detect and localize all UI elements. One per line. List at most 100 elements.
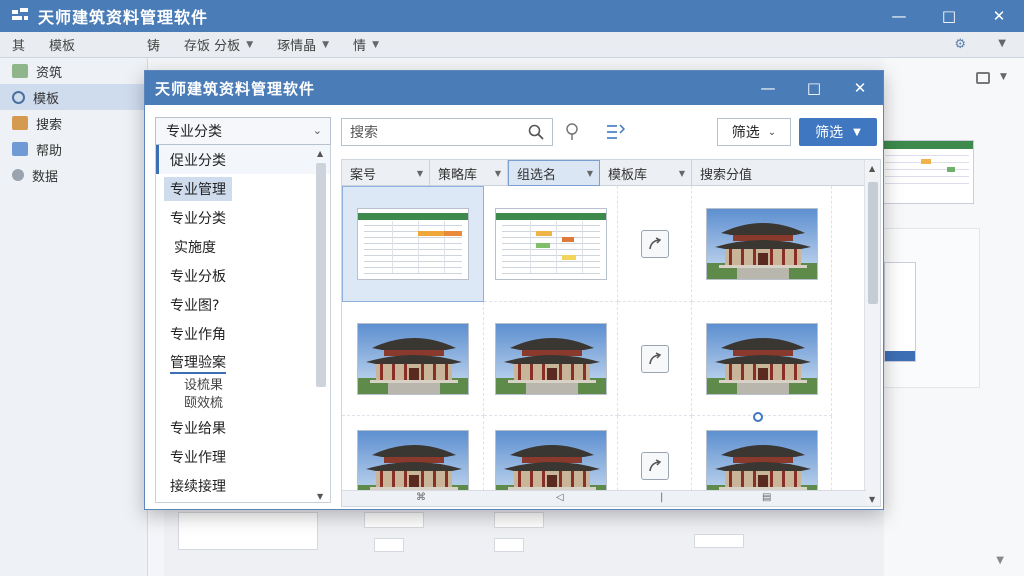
menu-item[interactable]: 模板 [37,35,87,54]
app-logo-icon [12,8,28,24]
stack-icon [12,116,28,130]
scroll-up-icon[interactable]: ▲ [317,149,323,158]
category-subitem[interactable]: 颐效梳 [156,395,330,413]
category-item[interactable]: 专业作角 [156,319,330,348]
link-button[interactable] [640,451,669,480]
dialog-maximize-button[interactable]: □ [791,71,837,105]
menu-item[interactable]: 存饭 分板 ▼ [172,35,265,54]
dialog-close-button[interactable]: ✕ [837,71,883,105]
menu-item[interactable]: 琢情晶 ▼ [265,35,341,54]
sidebar-item-help[interactable]: 帮助 [0,136,147,162]
building-image [357,323,468,394]
scroll-down-icon[interactable]: ▼ [869,495,875,504]
footer-icon[interactable]: | [660,492,663,503]
category-subitem[interactable]: 设梳果 [156,377,330,395]
search-icon [12,90,25,104]
main-titlebar: 天师建筑资料管理软件 — □ ✕ [0,0,1024,32]
dialog-minimize-button[interactable]: — [745,71,791,105]
link-button[interactable] [640,229,669,258]
chevron-down-icon: ▼ [372,39,379,50]
scroll-down-icon[interactable]: ▼ [317,492,323,501]
chevron-down-icon: ▼ [416,168,423,178]
grid-scrollbar[interactable]: ▲ ▼ [864,160,880,506]
chevron-down-icon: ▼ [494,168,501,178]
grid-cell[interactable] [484,302,618,416]
column-header[interactable]: 策略库 ▼ [430,160,508,186]
grid-header: 案号 ▼ 策略库 ▼ 组选名 ▼ 模板库 ▼ 搜索分值 [342,160,880,186]
scrollbar-thumb[interactable] [316,163,326,387]
external-link-icon [648,351,661,364]
footer-icon[interactable]: ⌘ [416,492,426,503]
menu-item[interactable]: 铸 [135,35,172,54]
category-scrollbar[interactable]: ▲ ▼ [314,149,328,501]
chevron-down-icon: ▼ [853,126,861,138]
filter-dropdown-button[interactable]: 筛选 ⌄ [717,118,791,146]
sidebar-item-data[interactable]: 数据 [0,162,147,188]
search-icon[interactable] [528,124,544,140]
grid-cell[interactable] [342,186,484,302]
category-item[interactable]: 促业分类 [156,145,330,174]
background-bottom-area [164,510,884,576]
scrollbar-thumb[interactable] [868,182,878,304]
save-icon[interactable] [976,72,990,84]
category-item[interactable]: 专业分类 [156,203,330,232]
minimize-button[interactable]: — [874,0,924,32]
settings-icon[interactable]: ⚙ [954,37,966,52]
sort-icon[interactable] [605,123,625,141]
template-grid: 案号 ▼ 策略库 ▼ 组选名 ▼ 模板库 ▼ 搜索分值 ▲ ▼ ⌘ ◁ | ▤ [341,159,881,507]
menu-item[interactable]: 其 [0,35,37,54]
category-item[interactable]: 专业图? [156,290,330,319]
grid-cell[interactable] [692,302,832,416]
category-item[interactable]: 专业分板 [156,261,330,290]
column-header[interactable]: 模板库 ▼ [600,160,692,186]
search-input[interactable]: 搜索 [341,118,553,146]
column-header[interactable]: 搜索分值 [692,160,864,186]
building-image [706,323,817,394]
column-header[interactable]: 组选名 ▼ [508,160,600,186]
grid-cell[interactable] [618,186,692,302]
category-item[interactable]: 接续接理 [156,471,330,500]
category-item[interactable]: 管理验案 [156,348,330,377]
person-icon [12,169,24,181]
category-panel: 专业分类 ⌄ 促业分类 专业管理 专业分类 实施度 专业分板 专业图? 专业作角… [155,117,331,507]
sidebar-item-documents[interactable]: 资筑 [0,58,147,84]
grid-cell[interactable] [342,302,484,416]
grid-body [342,186,880,506]
link-button[interactable] [640,344,669,373]
sidebar-item-search[interactable]: 搜索 [0,110,147,136]
template-dialog: 天师建筑资料管理软件 — □ ✕ 专业分类 ⌄ 促业分类 专业管理 专业分类 实… [144,70,884,510]
chevron-down-icon[interactable]: ▼ [998,38,1006,49]
chevron-down-icon: ▼ [586,168,593,178]
external-link-icon [648,458,661,471]
category-item[interactable]: 专业作理 [156,442,330,471]
grid-cell[interactable] [618,302,692,416]
status-dot [753,412,763,422]
main-menubar: 其 模板 铸 存饭 分板 ▼ 琢情晶 ▼ 情 ▼ ⚙ ▼ [0,32,1024,58]
grid-cell[interactable] [484,186,618,302]
link-icon [12,142,28,156]
grid-footer: ⌘ ◁ | ▤ [342,490,866,506]
scroll-up-icon[interactable]: ▲ [869,164,875,173]
document-icon [12,64,28,78]
category-item[interactable]: 实施度 [156,232,330,261]
menu-item[interactable]: 情 ▼ [341,35,391,54]
location-pin-icon[interactable] [563,122,581,142]
category-item[interactable]: 专业管理 [156,174,330,203]
filter-primary-button[interactable]: 筛选 ▼ [799,118,877,146]
chevron-down-icon[interactable]: ▼ [1000,72,1007,82]
category-dropdown[interactable]: 专业分类 ⌄ [155,117,331,145]
chevron-down-icon: ⌄ [767,126,777,138]
chevron-down-icon[interactable]: ▼ [996,555,1004,566]
grid-cell[interactable] [692,186,832,302]
category-item[interactable]: 专业给果 [156,413,330,442]
column-header[interactable]: 案号 ▼ [342,160,430,186]
footer-icon[interactable]: ◁ [556,492,564,503]
close-button[interactable]: ✕ [974,0,1024,32]
dialog-titlebar: 天师建筑资料管理软件 — □ ✕ [145,71,883,105]
chevron-down-icon: ⌄ [312,124,322,137]
footer-icon[interactable]: ▤ [762,492,771,503]
maximize-button[interactable]: □ [924,0,974,32]
main-sidebar: 资筑 模板 搜索 帮助 数据 [0,58,148,576]
sidebar-item-templates[interactable]: 模板 [0,84,147,110]
building-image [495,323,606,394]
